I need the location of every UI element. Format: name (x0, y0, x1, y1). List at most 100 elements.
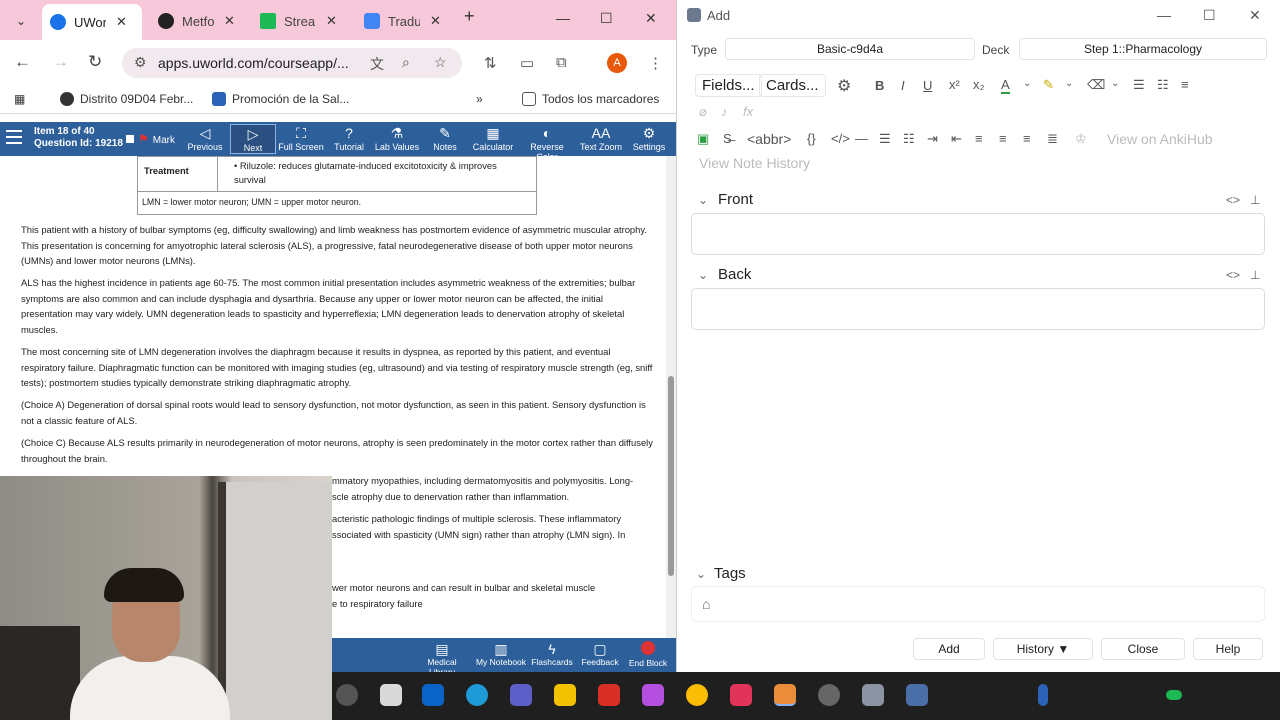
lab-values-button[interactable]: ⚗ Lab Values (374, 124, 420, 152)
puzzle-icon[interactable]: ⧉ (556, 54, 567, 71)
content-scrollbar[interactable] (666, 156, 676, 638)
all-bookmarks[interactable]: Todos los marcadores (522, 92, 659, 106)
justify-icon[interactable]: ≣ (1047, 131, 1058, 147)
function-icon[interactable]: fx (743, 104, 753, 119)
code-icon[interactable]: </> (831, 131, 850, 146)
anki-icon[interactable] (862, 684, 884, 706)
superscript-icon[interactable]: x² (949, 77, 960, 92)
my-notebook-button[interactable]: ▥ My Notebook (474, 641, 528, 667)
chevron-down-icon[interactable]: ⌄ (1023, 78, 1031, 89)
view-note-history-button[interactable]: View Note History (699, 155, 810, 171)
minimize-icon[interactable]: — (556, 10, 570, 26)
html-toggle-icon[interactable]: <> (1226, 193, 1240, 207)
close-window-icon[interactable]: ✕ (1249, 7, 1261, 24)
maximize-icon[interactable]: ☐ (1203, 7, 1216, 24)
subscript-icon[interactable]: x₂ (973, 77, 985, 92)
align-icon[interactable]: ≡ (1181, 77, 1189, 92)
minimize-icon[interactable]: — (1157, 7, 1171, 23)
acrobat-icon[interactable] (598, 684, 620, 706)
more-bookmarks-icon[interactable]: » (476, 92, 483, 106)
previous-button[interactable]: ◁ Previous (182, 124, 228, 152)
new-tab-icon[interactable]: + (464, 6, 475, 27)
image-occlusion-icon[interactable]: ▣ (697, 131, 709, 147)
close-button[interactable]: Close (1101, 638, 1185, 660)
cards-button[interactable]: Cards... (759, 74, 826, 97)
settings-gear-icon[interactable] (906, 684, 928, 706)
history-button[interactable]: History ▼ (993, 638, 1093, 660)
close-tab-icon[interactable]: ✕ (326, 13, 337, 29)
tab-stream[interactable]: Strean ✕ (252, 6, 352, 36)
align-left-icon[interactable]: ≡ (975, 131, 983, 146)
tab-translate[interactable]: Tradu ✕ (356, 6, 456, 36)
chrome-profile-icon[interactable] (774, 684, 796, 706)
pin-icon[interactable]: ⊥ (1250, 268, 1260, 282)
bullet-list-icon[interactable]: ☰ (1133, 77, 1145, 93)
chrome-icon[interactable] (686, 684, 708, 706)
chevron-down-icon[interactable]: ⌄ (1111, 78, 1119, 89)
zoom-icon[interactable]: ⌕ (402, 54, 410, 71)
file-explorer-icon[interactable] (554, 684, 576, 706)
tutorial-button[interactable]: ? Tutorial (326, 124, 372, 152)
attach-icon[interactable]: ⌀ (699, 104, 707, 120)
help-button[interactable]: Help (1193, 638, 1263, 660)
hamburger-menu-icon[interactable] (6, 130, 22, 144)
feedback-button[interactable]: ▢ Feedback (580, 641, 620, 667)
back-field-editor[interactable] (691, 288, 1265, 330)
address-bar[interactable]: ⚙ apps.uworld.com/courseapp/... (122, 48, 462, 78)
underline-icon[interactable]: U (923, 78, 932, 93)
close-window-icon[interactable]: ✕ (645, 10, 657, 27)
bullet-list-icon[interactable]: ☰ (879, 131, 891, 147)
pin-icon[interactable]: ⊥ (1250, 193, 1260, 207)
mark-checkbox[interactable]: ⚑ Mark (126, 132, 175, 146)
teams-icon[interactable] (510, 684, 532, 706)
tags-editor[interactable]: ⌂ (691, 586, 1265, 622)
close-tab-icon[interactable]: ✕ (430, 13, 441, 29)
eraser-icon[interactable]: ⌫ (1087, 77, 1105, 93)
flashcards-button[interactable]: ϟ Flashcards (530, 641, 574, 667)
profile-avatar[interactable]: A (607, 53, 627, 73)
collapse-front-icon[interactable]: ⌄ (698, 193, 708, 207)
align-center-icon[interactable]: ≡ (999, 131, 1007, 146)
bookmark-star-icon[interactable]: ☆ (434, 54, 447, 71)
indent-icon[interactable]: ⇥ (927, 131, 938, 147)
calculator-button[interactable]: ▦ Calculator (470, 124, 516, 152)
braces-icon[interactable]: {} (807, 131, 816, 146)
copilot-icon[interactable] (642, 684, 664, 706)
collapse-tags-icon[interactable]: ⌄ (696, 567, 706, 581)
full-screen-button[interactable]: ⛶ Full Screen (278, 124, 324, 152)
chevron-down-icon[interactable]: ⌄ (1065, 78, 1073, 89)
strikethrough-icon[interactable]: S̶ (723, 131, 732, 146)
tab-search-icon[interactable]: ⌄ (8, 8, 34, 34)
highlight-icon[interactable]: ✎ (1043, 77, 1054, 93)
apps-grid-icon[interactable]: ▦ (14, 92, 25, 106)
note-type-selector[interactable]: Basic-c9d4a (725, 38, 975, 60)
gear-icon[interactable]: ⚙ (837, 76, 851, 96)
settings-button[interactable]: ⚙ Settings (626, 124, 672, 152)
end-block-button[interactable]: End Block (626, 641, 670, 668)
numbered-list-icon[interactable]: ☷ (903, 131, 915, 147)
align-right-icon[interactable]: ≡ (1023, 131, 1031, 146)
horizontal-rule-icon[interactable]: — (855, 131, 868, 146)
add-button[interactable]: Add (913, 638, 985, 660)
bookmark-item[interactable]: Distrito 09D04 Febr... (60, 92, 193, 106)
abbr-button[interactable]: <abbr> (747, 131, 791, 147)
forward-icon[interactable]: → (52, 52, 69, 72)
text-color-icon[interactable]: A (1001, 77, 1010, 94)
task-view-icon[interactable] (380, 684, 402, 706)
site-info-icon[interactable]: ⚙ (134, 54, 147, 71)
back-icon[interactable]: ← (14, 52, 31, 72)
close-tab-icon[interactable]: ✕ (224, 13, 235, 29)
medical-library-button[interactable]: ▤ Medical Library (414, 641, 470, 672)
tab-metformin[interactable]: Metfo ✕ (150, 6, 250, 36)
outdent-icon[interactable]: ⇤ (951, 131, 962, 147)
view-on-ankihub-button[interactable]: View on AnkiHub (1107, 131, 1213, 147)
close-tab-icon[interactable]: ✕ (116, 14, 127, 30)
cortana-icon[interactable] (466, 684, 488, 706)
openai-icon[interactable] (818, 684, 840, 706)
reload-icon[interactable]: ↻ (88, 52, 102, 72)
text-zoom-button[interactable]: AA Text Zoom (578, 124, 624, 152)
scroll-thumb[interactable] (668, 376, 674, 576)
search-icon[interactable] (336, 684, 358, 706)
collapse-back-icon[interactable]: ⌄ (698, 268, 708, 282)
front-field-editor[interactable] (691, 213, 1265, 255)
